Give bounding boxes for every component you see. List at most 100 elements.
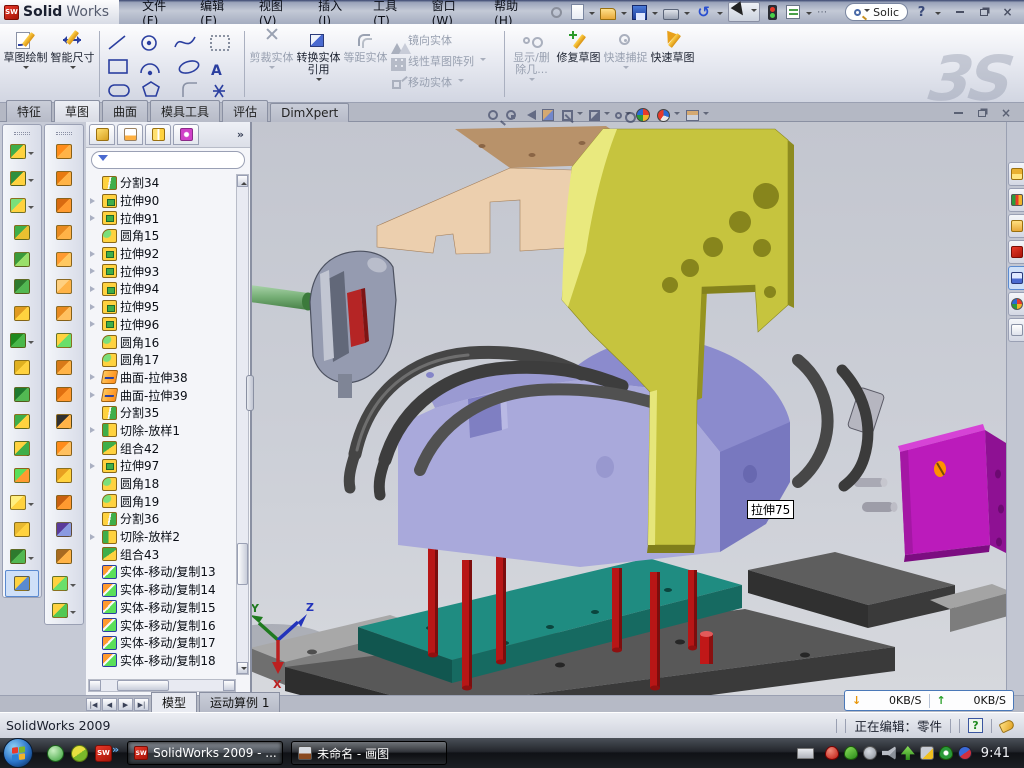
search-box[interactable]: Solic xyxy=(845,3,908,21)
open-icon[interactable] xyxy=(600,8,616,20)
select-dropdown-icon[interactable] xyxy=(751,9,757,15)
dropdown-arrow-icon[interactable] xyxy=(604,112,610,118)
custom-properties-tab[interactable] xyxy=(1008,318,1024,342)
doc-minimize-button[interactable] xyxy=(950,106,966,120)
select-tool[interactable] xyxy=(728,2,760,22)
untrim-surface-icon[interactable] xyxy=(47,408,81,435)
dropdown-arrow-icon[interactable] xyxy=(577,112,583,118)
move-entities-button[interactable]: 移动实体 xyxy=(389,74,501,90)
tree-item[interactable]: 组合42 xyxy=(88,439,236,457)
tree-item[interactable]: 拉伸91 xyxy=(88,209,236,227)
flyout-arrow-icon[interactable] xyxy=(28,341,34,347)
panel-splitter[interactable] xyxy=(246,375,254,411)
expander-icon[interactable] xyxy=(90,286,98,292)
thicken-icon[interactable] xyxy=(47,354,81,381)
expander-icon[interactable] xyxy=(90,198,98,204)
flyout-arrow-icon[interactable] xyxy=(28,557,34,563)
expander-icon[interactable] xyxy=(90,392,98,398)
solidworks-resources-tab[interactable] xyxy=(1008,162,1024,186)
tree-item[interactable]: 分割35 xyxy=(88,404,236,422)
close-button[interactable]: × xyxy=(999,5,1016,20)
tab-特征[interactable]: 特征 xyxy=(6,100,52,122)
quick-launch-chevron-icon[interactable]: » xyxy=(112,743,119,756)
display-delete-relations-button[interactable]: 显示/删除几... xyxy=(508,27,555,101)
chamfer-icon[interactable] xyxy=(5,219,39,246)
dropdown-arrow-icon[interactable] xyxy=(625,112,631,118)
quick-snaps-button[interactable]: 快速捕捉 xyxy=(602,27,649,101)
dimxpertmanager-tab[interactable] xyxy=(173,124,199,145)
minimize-button[interactable] xyxy=(951,5,968,20)
tree-item[interactable]: 分割34 xyxy=(88,174,236,192)
trim-entities-button[interactable]: 剪裁实体 xyxy=(248,27,295,101)
rapid-sketch-button[interactable]: 快速草图 xyxy=(649,27,696,101)
tree-item[interactable]: 圆角17 xyxy=(88,351,236,369)
scroll-right-icon[interactable] xyxy=(223,680,235,691)
tree-item[interactable]: 曲面-拉伸38 xyxy=(88,369,236,387)
overflow-icon[interactable]: ⋯ xyxy=(817,4,834,21)
solidworks-launcher-icon[interactable]: SW xyxy=(95,745,112,762)
help-dropdown-icon[interactable] xyxy=(935,12,941,18)
tree-item[interactable]: 拉伸95 xyxy=(88,298,236,316)
smart-dimension-button[interactable]: 智能尺寸 xyxy=(49,27,96,101)
search-value[interactable]: Solic xyxy=(873,6,899,19)
rebuild-icon[interactable] xyxy=(768,5,777,20)
scroll-down-icon[interactable] xyxy=(237,662,248,674)
antivirus-launcher-icon[interactable] xyxy=(71,745,88,762)
dropdown-arrow-icon[interactable] xyxy=(703,112,709,118)
toolbar-grip[interactable] xyxy=(56,132,72,135)
taskbar-window-inactive[interactable]: 未命名 - 画图 xyxy=(291,741,447,765)
mirror-icon[interactable] xyxy=(5,354,39,381)
revolved-surface-icon[interactable] xyxy=(47,165,81,192)
design-library-tab[interactable] xyxy=(1008,188,1024,212)
expander-icon[interactable] xyxy=(90,427,98,433)
flyout-arrow-icon[interactable] xyxy=(28,152,34,158)
tree-item[interactable]: 拉伸96 xyxy=(88,316,236,334)
display-style-icon[interactable] xyxy=(589,110,600,121)
tab-评估[interactable]: 评估 xyxy=(222,100,268,122)
tree-item[interactable]: 拉伸97 xyxy=(88,457,236,475)
graphics-area[interactable]: Y Z X 拉伸75 xyxy=(252,122,1006,695)
messenger-icon[interactable] xyxy=(47,745,64,762)
lofted-surface-icon[interactable] xyxy=(47,219,81,246)
doc-close-button[interactable]: × xyxy=(998,106,1014,120)
tree-item[interactable]: 切除-放样1 xyxy=(88,422,236,440)
extend-surface-icon[interactable] xyxy=(47,381,81,408)
knit-surface-icon[interactable] xyxy=(47,435,81,462)
scrollbar-thumb[interactable] xyxy=(117,680,169,691)
expander-icon[interactable] xyxy=(90,251,98,257)
previous-view-icon[interactable] xyxy=(522,110,536,120)
freeform-icon[interactable] xyxy=(47,516,81,543)
expand-panel-icon[interactable]: » xyxy=(237,128,247,141)
tree-item[interactable]: 拉伸94 xyxy=(88,280,236,298)
edit-appearance-icon[interactable] xyxy=(636,108,650,122)
trim-surface-icon[interactable] xyxy=(47,462,81,489)
tree-item[interactable]: 实体-移动/复制13 xyxy=(88,563,236,581)
appearances-scenes-tab[interactable] xyxy=(1008,292,1024,316)
expander-icon[interactable] xyxy=(90,534,98,540)
hole-wizard-icon[interactable] xyxy=(5,300,39,327)
update-check-icon[interactable] xyxy=(863,746,877,760)
prev-tab-icon[interactable]: ◀ xyxy=(102,698,117,711)
extruded-surface-icon[interactable] xyxy=(47,138,81,165)
tree-item[interactable]: 圆角16 xyxy=(88,333,236,351)
taskbar-window-active[interactable]: SWSolidWorks 2009 - ... xyxy=(127,741,283,765)
convert-entities-button[interactable]: 转换实体引用 xyxy=(295,27,342,101)
tab-模具工具[interactable]: 模具工具 xyxy=(150,100,220,122)
tree-vertical-scrollbar[interactable] xyxy=(236,174,249,675)
sketch-entities-grid[interactable]: A xyxy=(103,27,241,101)
insert-part-icon[interactable] xyxy=(5,489,39,516)
measure-icon[interactable] xyxy=(5,570,39,597)
view-settings-icon[interactable] xyxy=(686,110,699,121)
extruded-boss-icon[interactable] xyxy=(5,138,39,165)
delete-face-icon[interactable] xyxy=(47,543,81,570)
expander-icon[interactable] xyxy=(90,215,98,221)
tree-filter-box[interactable] xyxy=(91,151,245,169)
sync-status-icon[interactable] xyxy=(958,746,972,760)
offset-entities-button[interactable]: 等距实体 xyxy=(342,27,389,101)
tree-item[interactable]: 拉伸90 xyxy=(88,192,236,210)
scrollbar-thumb[interactable] xyxy=(237,543,248,585)
tree-item[interactable]: 实体-移动/复制17 xyxy=(88,634,236,652)
view-palette-tab[interactable] xyxy=(1008,266,1024,290)
volume-icon[interactable] xyxy=(882,746,896,760)
security-shield-icon[interactable] xyxy=(844,746,858,760)
